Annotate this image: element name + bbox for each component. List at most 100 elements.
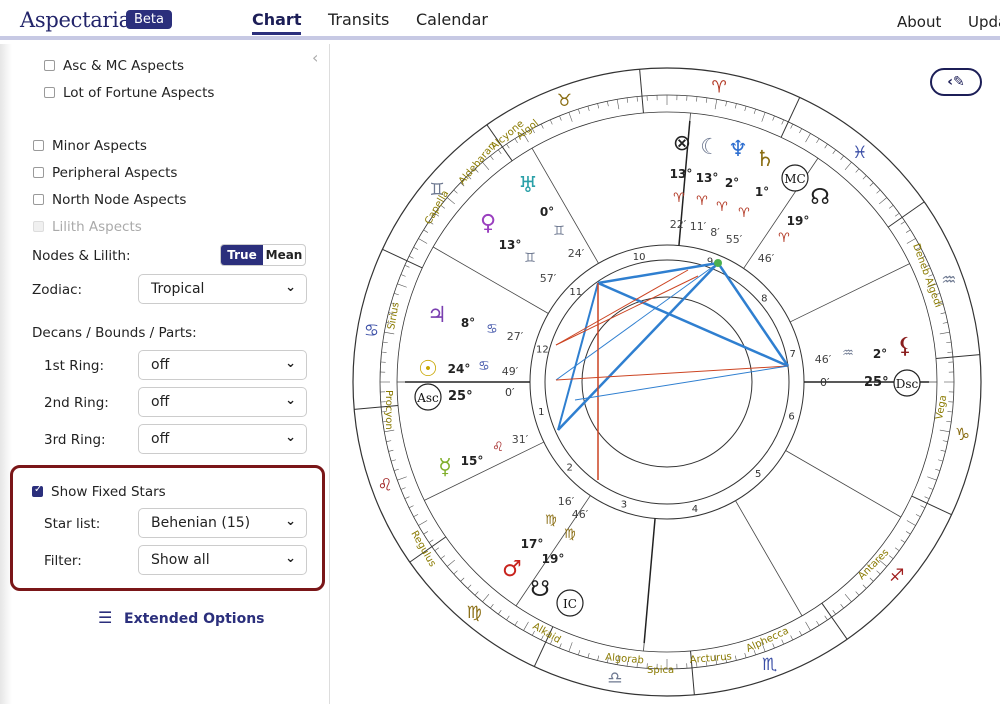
nav-chart[interactable]: Chart xyxy=(252,10,302,35)
zodiac-tick xyxy=(946,420,952,423)
planet-sign: ♈ xyxy=(738,206,750,221)
zodiac-tick xyxy=(523,621,529,631)
planet-glyph: ☿ xyxy=(438,455,452,480)
planet-sign: ♍ xyxy=(564,527,576,542)
house-cusp xyxy=(735,500,803,617)
zodiac-label: Zodiac: xyxy=(32,282,83,298)
zodiac-tick xyxy=(386,440,392,442)
planet-sign: ♌ xyxy=(492,440,504,455)
ring3-select[interactable]: off ⌄ xyxy=(138,424,307,454)
zodiac-tick xyxy=(587,652,590,658)
zodiac-select[interactable]: Tropical ⌄ xyxy=(138,274,307,304)
zodiac-tick xyxy=(781,639,785,645)
nav-about[interactable]: About xyxy=(897,13,941,31)
extended-options-button[interactable]: ☰ Extended Options xyxy=(98,608,265,627)
zodiac-tick xyxy=(446,559,455,567)
fixed-star-label: Antares xyxy=(856,547,891,582)
zodiac-tick xyxy=(400,487,406,490)
planet-minutes: 27′ xyxy=(507,330,524,343)
dsc-minutes: 0′ xyxy=(820,376,830,389)
sign-glyph-8: ♐ xyxy=(889,566,904,586)
planet-sign: ♍ xyxy=(545,513,557,528)
house-number: 3 xyxy=(621,500,627,511)
planet-degree: 2° xyxy=(873,347,887,361)
planet-degree: 13° xyxy=(670,167,693,181)
planet-minutes: 57′ xyxy=(540,272,557,285)
angle-axis-ic xyxy=(643,518,656,644)
sign-glyph-4: ♌ xyxy=(377,476,392,496)
zodiac-tick xyxy=(418,520,428,526)
planet-glyph: ♆ xyxy=(728,137,748,162)
checkbox-show-fixed-stars[interactable]: Show Fixed Stars xyxy=(32,484,166,500)
dsc-degree: 25° xyxy=(864,375,889,390)
zodiac-tick xyxy=(540,123,544,129)
toggle-mean[interactable]: Mean xyxy=(263,245,305,265)
house-number: 2 xyxy=(566,463,572,474)
zodiac-tick xyxy=(636,96,638,102)
zodiac-tick xyxy=(559,115,562,121)
checkbox-asc-mc-aspects[interactable]: Asc & MC Aspects xyxy=(44,58,184,74)
ring1-select[interactable]: off ⌄ xyxy=(138,350,307,380)
zodiac-tick xyxy=(453,570,458,575)
zodiac-tick xyxy=(924,496,930,500)
planet-sign: ♋ xyxy=(478,359,490,374)
house-number: 8 xyxy=(761,293,767,304)
zodiac-tick xyxy=(506,143,510,149)
zodiac-tick xyxy=(568,642,573,652)
checkbox-lot-of-fortune-aspects[interactable]: Lot of Fortune Aspects xyxy=(44,85,214,101)
nav-transits[interactable]: Transits xyxy=(328,10,389,29)
zodiac-tick xyxy=(879,197,888,205)
zodiac-tick xyxy=(498,609,502,615)
zodiac-tick xyxy=(490,604,494,609)
checkbox-north-node-aspects[interactable]: North Node Aspects xyxy=(33,192,186,208)
zodiac-tick xyxy=(467,584,472,589)
zodiac-tick xyxy=(397,476,407,481)
fixed-star-label: Procyon xyxy=(383,390,394,430)
zodiac-tick xyxy=(889,205,894,209)
zodiac-tick xyxy=(616,99,620,110)
zodiac-tick xyxy=(626,97,629,103)
zodiac-tick xyxy=(408,505,414,509)
zodiac-tick xyxy=(824,143,828,149)
options-sidebar: ‹ Asc & MC Aspects Lot of Fortune Aspect… xyxy=(0,44,330,704)
planet-minutes: 46′ xyxy=(758,252,775,265)
fixed-star-label: Alphecca xyxy=(745,625,791,654)
chevron-down-icon: ⌄ xyxy=(285,514,296,529)
zodiac-tick xyxy=(384,331,395,335)
planet-glyph: ⚸ xyxy=(897,334,913,359)
zodiac-tick xyxy=(413,246,419,250)
chevron-down-icon: ⌄ xyxy=(285,356,296,371)
sign-divider xyxy=(780,97,801,138)
zodiac-tick xyxy=(607,101,609,107)
zodiac-tick xyxy=(391,459,397,462)
zodiac-tick xyxy=(384,429,395,433)
house-number: 11 xyxy=(569,287,582,298)
sign-glyph-1: ♉ xyxy=(557,91,572,111)
mc-point xyxy=(714,259,722,267)
filter-select[interactable]: Show all ⌄ xyxy=(138,545,307,575)
checkbox-minor-aspects[interactable]: Minor Aspects xyxy=(33,138,147,154)
zodiac-tick xyxy=(397,283,407,288)
checkbox-peripheral-aspects[interactable]: Peripheral Aspects xyxy=(33,165,177,181)
zodiac-tick xyxy=(869,182,874,187)
zodiac-tick xyxy=(790,123,794,129)
planet-degree: 1° xyxy=(755,185,769,199)
zodiac-tick xyxy=(805,133,811,143)
toggle-true[interactable]: True xyxy=(221,245,263,265)
sign-glyph-11: ♓ xyxy=(852,143,867,163)
fixed-star-label: Spica xyxy=(647,665,674,676)
planet-minutes: 11′ xyxy=(690,220,707,233)
house-number: 4 xyxy=(692,504,698,515)
star-list-select[interactable]: Behenian (15) ⌄ xyxy=(138,508,307,538)
zodiac-tick xyxy=(578,108,581,114)
nav-updates[interactable]: Upda xyxy=(968,13,1000,31)
collapse-sidebar-icon[interactable]: ‹ xyxy=(312,48,318,67)
zodiac-tick xyxy=(428,539,434,543)
zodiac-tick xyxy=(744,652,747,658)
asc-degree: 25° xyxy=(448,389,473,404)
nav-calendar[interactable]: Calendar xyxy=(416,10,488,29)
ring2-select[interactable]: off ⌄ xyxy=(138,387,307,417)
zodiac-tick xyxy=(781,119,785,125)
planet-minutes: 49′ xyxy=(502,365,519,378)
sign-divider xyxy=(911,495,952,516)
